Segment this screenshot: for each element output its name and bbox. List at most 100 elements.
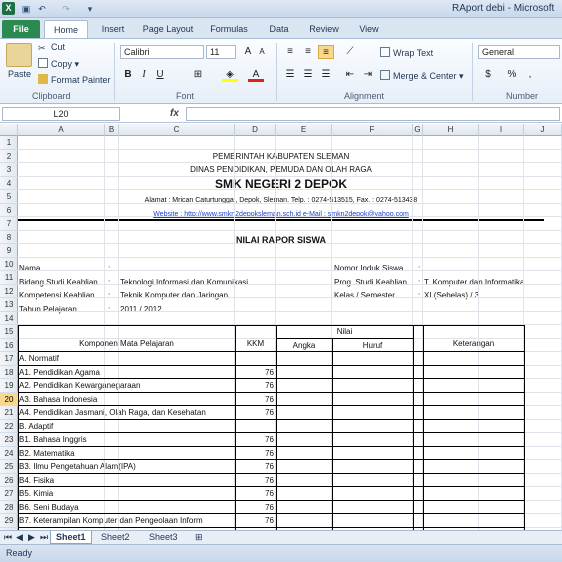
underline-button[interactable]: U bbox=[152, 68, 168, 82]
row-header[interactable]: 12 bbox=[0, 285, 18, 298]
shrink-font-icon[interactable]: A bbox=[254, 45, 270, 59]
row-header[interactable]: 8 bbox=[0, 231, 18, 244]
font-name-select[interactable]: Calibri bbox=[120, 45, 204, 59]
comma-button[interactable]: , bbox=[522, 68, 538, 82]
number-format-select[interactable]: General bbox=[478, 45, 560, 59]
paste-button[interactable]: Paste bbox=[8, 69, 31, 79]
tab-file[interactable]: File bbox=[2, 20, 40, 38]
subject-name: A. Normatif bbox=[19, 352, 234, 366]
row-header[interactable]: 17 bbox=[0, 352, 18, 366]
column-header[interactable]: C bbox=[119, 124, 235, 136]
row-header[interactable]: 25 bbox=[0, 460, 18, 474]
row-header[interactable]: 11 bbox=[0, 271, 18, 285]
row-header[interactable]: 28 bbox=[0, 501, 18, 514]
save-icon[interactable]: ▣ bbox=[20, 3, 32, 15]
row-header[interactable]: 10 bbox=[0, 258, 18, 271]
insert-function-button[interactable]: fx bbox=[170, 108, 179, 119]
row-header[interactable]: 22 bbox=[0, 420, 18, 433]
insert-sheet-icon[interactable]: ⊞ bbox=[190, 531, 208, 544]
column-header[interactable]: G bbox=[413, 124, 423, 136]
borders-icon[interactable]: ⊞ bbox=[190, 68, 206, 82]
currency-button[interactable]: $ bbox=[480, 68, 496, 82]
row-header[interactable]: 6 bbox=[0, 204, 18, 217]
row-header[interactable]: 27 bbox=[0, 487, 18, 501]
tab-data[interactable]: Data bbox=[262, 20, 296, 38]
decrease-indent-icon[interactable]: ⇤ bbox=[342, 68, 358, 82]
paste-icon[interactable] bbox=[6, 43, 32, 67]
formula-input[interactable] bbox=[186, 107, 560, 121]
customize-quick-access-icon[interactable]: ▾ bbox=[84, 3, 96, 15]
row-header[interactable]: 14 bbox=[0, 312, 18, 325]
tab-review[interactable]: Review bbox=[304, 20, 344, 38]
tab-insert[interactable]: Insert bbox=[96, 20, 130, 38]
row-header[interactable]: 21 bbox=[0, 406, 18, 420]
next-sheet-icon[interactable]: ▶ bbox=[26, 531, 37, 544]
clipboard-group-label: Clipboard bbox=[32, 91, 71, 101]
row-header[interactable]: 13 bbox=[0, 298, 18, 312]
row-header[interactable]: 18 bbox=[0, 366, 18, 379]
name-box[interactable]: L20 bbox=[2, 107, 120, 121]
cut-button[interactable]: ✂ Cut bbox=[38, 42, 65, 53]
last-sheet-icon[interactable]: ⏭ bbox=[38, 531, 50, 544]
column-header[interactable]: I bbox=[479, 124, 524, 136]
row-header[interactable]: 2 bbox=[0, 150, 18, 163]
tab-page-layout[interactable]: Page Layout bbox=[138, 20, 198, 38]
merge-center-button[interactable]: Merge & Center ▾ bbox=[380, 70, 464, 82]
department-heading: DINAS PENDIDIKAN, PEMUDA DAN OLAH RAGA bbox=[190, 165, 372, 174]
align-top-icon[interactable]: ≡ bbox=[282, 45, 298, 59]
column-header[interactable]: B bbox=[105, 124, 119, 136]
column-header[interactable]: J bbox=[524, 124, 562, 136]
copy-button[interactable]: Copy ▾ bbox=[38, 58, 79, 70]
align-bottom-icon[interactable]: ≡ bbox=[318, 45, 334, 59]
excel-icon[interactable]: X bbox=[2, 2, 15, 15]
divider bbox=[114, 43, 115, 101]
column-header[interactable]: H bbox=[423, 124, 479, 136]
first-sheet-icon[interactable]: ⏮ bbox=[2, 531, 14, 544]
wrap-text-button[interactable]: Wrap Text bbox=[380, 47, 433, 58]
row-header[interactable]: 4 bbox=[0, 177, 18, 190]
tab-view[interactable]: View bbox=[352, 20, 386, 38]
align-center-icon[interactable]: ☰ bbox=[300, 68, 316, 82]
italic-button[interactable]: I bbox=[136, 68, 152, 82]
column-header[interactable]: F bbox=[332, 124, 413, 136]
subject-kkm: 76 bbox=[265, 448, 274, 458]
tab-home[interactable]: Home bbox=[44, 20, 88, 38]
row-header[interactable]: 29 bbox=[0, 514, 18, 528]
orientation-icon[interactable]: ⟋ bbox=[342, 45, 358, 59]
row-header[interactable]: 3 bbox=[0, 163, 18, 177]
row-header[interactable]: 9 bbox=[0, 244, 18, 258]
column-header[interactable]: E bbox=[276, 124, 332, 136]
row-header[interactable]: 5 bbox=[0, 190, 18, 204]
row-header[interactable]: 20 bbox=[0, 392, 18, 406]
percent-button[interactable]: % bbox=[504, 68, 520, 82]
row-header[interactable]: 16 bbox=[0, 339, 18, 352]
font-size-select[interactable]: 11 bbox=[206, 45, 236, 59]
table-border bbox=[18, 486, 524, 487]
align-middle-icon[interactable]: ≡ bbox=[300, 45, 316, 59]
column-header[interactable]: D bbox=[235, 124, 276, 136]
row-header[interactable]: 19 bbox=[0, 379, 18, 393]
column-header[interactable]: A bbox=[18, 124, 105, 136]
sheet-tab-3[interactable]: Sheet3 bbox=[144, 531, 183, 544]
undo-icon[interactable]: ↶ bbox=[36, 3, 48, 15]
align-left-icon[interactable]: ☰ bbox=[282, 68, 298, 82]
row-header[interactable]: 15 bbox=[0, 325, 18, 339]
tab-formulas[interactable]: Formulas bbox=[206, 20, 252, 38]
row-header[interactable]: 26 bbox=[0, 474, 18, 487]
align-right-icon[interactable]: ☰ bbox=[318, 68, 334, 82]
font-color-icon[interactable]: A bbox=[248, 68, 264, 82]
row-header[interactable]: 7 bbox=[0, 217, 18, 231]
row-header[interactable]: 23 bbox=[0, 433, 18, 447]
sheet-tab-1[interactable]: Sheet1 bbox=[50, 531, 92, 544]
fill-color-icon[interactable]: ◈ bbox=[222, 68, 238, 82]
prev-sheet-icon[interactable]: ◀ bbox=[14, 531, 25, 544]
row-header[interactable]: 1 bbox=[0, 136, 18, 150]
worksheet-grid[interactable]: PEMERINTAH KABUPATEN SLEMAN DINAS PENDID… bbox=[18, 136, 562, 530]
select-all-corner[interactable] bbox=[0, 124, 18, 136]
redo-icon[interactable]: ↷ bbox=[60, 3, 72, 15]
increase-indent-icon[interactable]: ⇥ bbox=[360, 68, 376, 82]
row-header[interactable]: 24 bbox=[0, 447, 18, 460]
bold-button[interactable]: B bbox=[120, 68, 136, 82]
format-painter-button[interactable]: Format Painter bbox=[38, 74, 111, 85]
sheet-tab-2[interactable]: Sheet2 bbox=[96, 531, 135, 544]
